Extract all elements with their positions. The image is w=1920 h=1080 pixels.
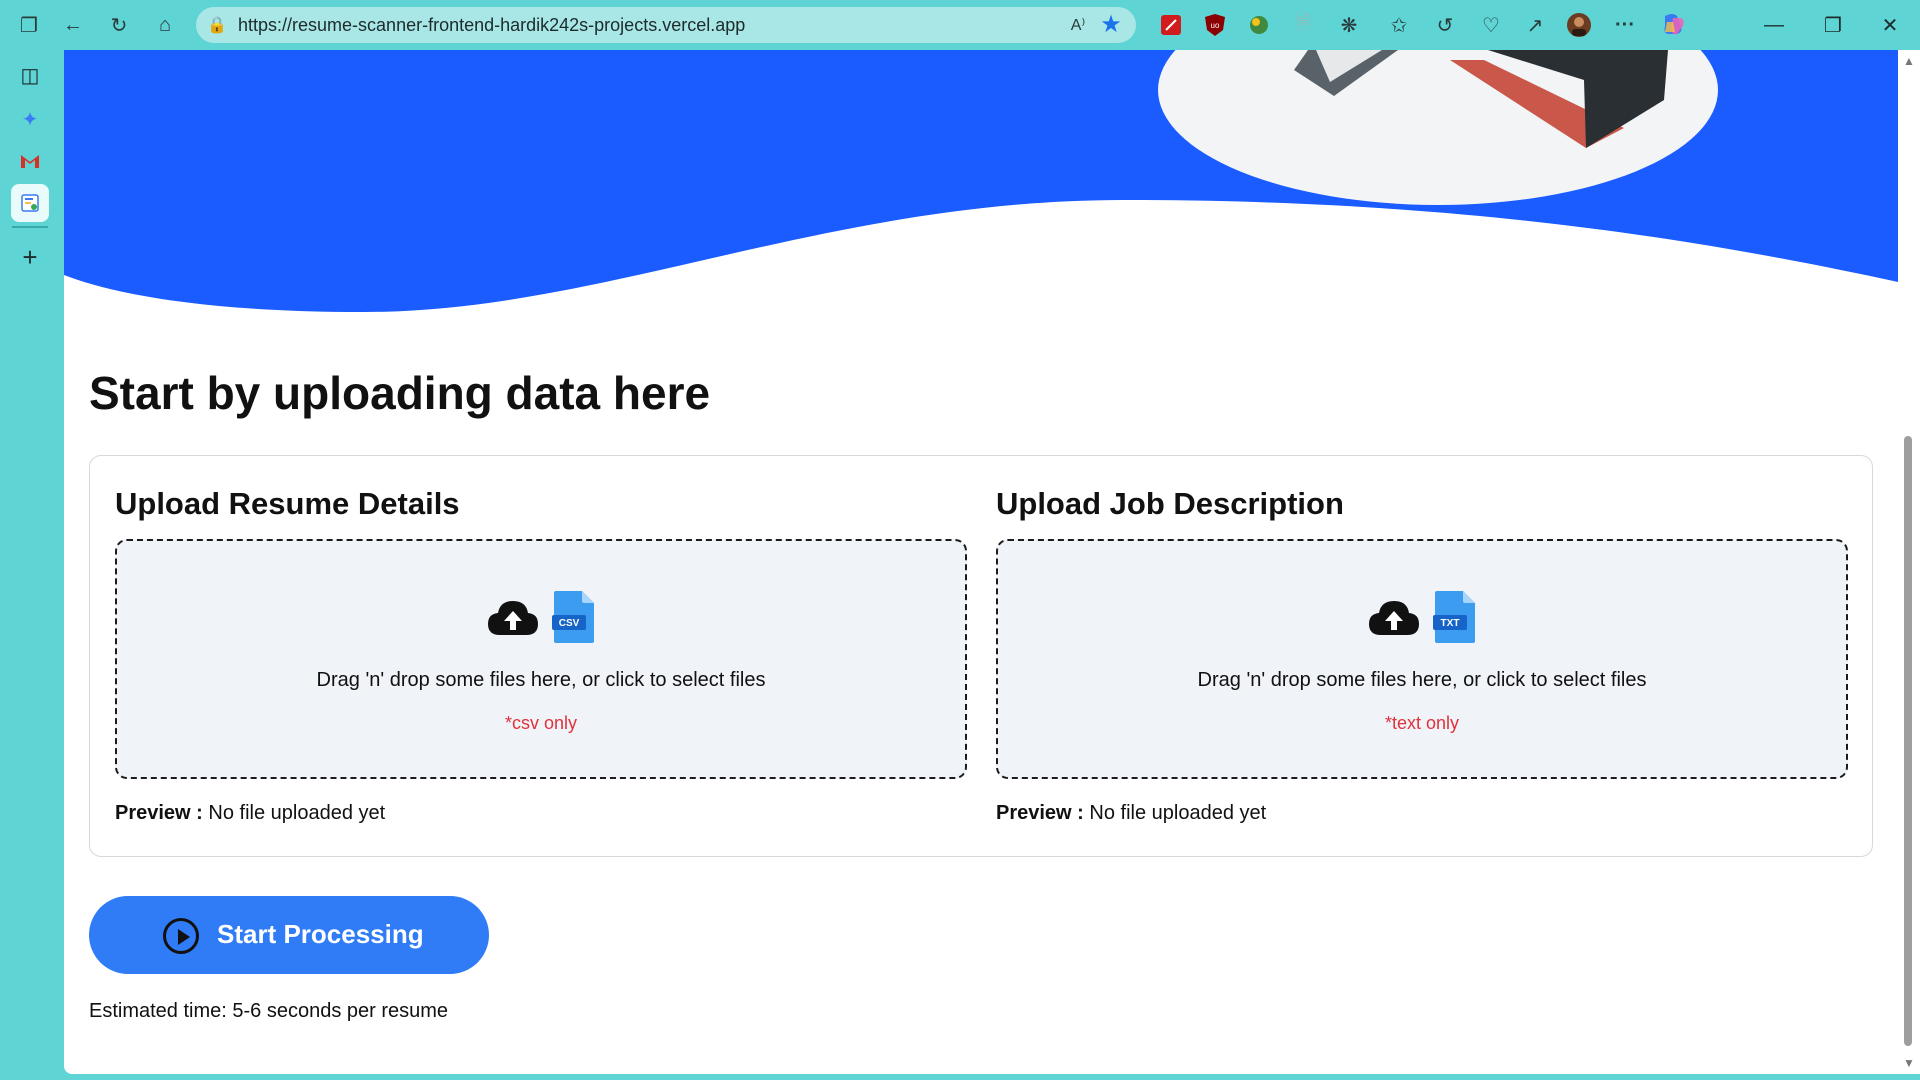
workspaces-icon[interactable]: ❐: [14, 10, 44, 40]
home-icon[interactable]: ⌂: [150, 10, 180, 40]
extensions-icon[interactable]: ❋: [1334, 10, 1364, 40]
page-viewport: Start by uploading data here Upload Resu…: [64, 50, 1898, 1074]
globe-extension-icon[interactable]: [1244, 10, 1274, 40]
document-extension-icon[interactable]: 🗎: [1288, 10, 1318, 40]
resume-dropzone[interactable]: CSV Drag 'n' drop some files here, or cl…: [115, 539, 967, 779]
refresh-icon[interactable]: ↻: [104, 10, 134, 40]
favorites-icon[interactable]: ✩: [1384, 10, 1414, 40]
resume-dropzone-icons: CSV: [117, 591, 965, 643]
csv-badge-text: CSV: [559, 618, 580, 629]
page-scrollbar[interactable]: ▲ ▼: [1898, 50, 1920, 1074]
resume-preview-value: No file uploaded yet: [208, 802, 386, 824]
rail-divider: [12, 226, 48, 228]
job-preview: Preview : No file uploaded yet: [996, 802, 1266, 825]
copilot-icon[interactable]: [1658, 10, 1688, 40]
share-icon[interactable]: ↗: [1520, 10, 1550, 40]
more-menu-icon[interactable]: ···: [1610, 10, 1640, 40]
job-preview-label: Preview :: [996, 802, 1084, 824]
browser-toolbar: ❐ ← ↻ ⌂ 🔒 https://resume-scanner-fronten…: [0, 0, 1920, 50]
minimize-button[interactable]: —: [1756, 8, 1792, 42]
favorite-star-icon[interactable]: ★: [1098, 11, 1124, 38]
resume-upload-section: Upload Resume Details CSV Drag 'n' drop …: [115, 456, 967, 856]
gmail-icon[interactable]: [11, 142, 49, 180]
resume-preview: Preview : No file uploaded yet: [115, 802, 385, 825]
health-icon[interactable]: ♡: [1476, 10, 1506, 40]
job-upload-section: Upload Job Description TXT Drag 'n' drop…: [996, 456, 1848, 856]
start-processing-label: Start Processing: [217, 919, 424, 949]
csv-file-icon: CSV: [552, 591, 594, 643]
cloud-upload-icon: [1369, 601, 1419, 635]
add-icon[interactable]: +: [11, 238, 49, 276]
scroll-down-arrow-icon[interactable]: ▼: [1903, 1056, 1915, 1070]
address-url[interactable]: https://resume-scanner-frontend-hardik24…: [238, 15, 745, 36]
svg-text:uo: uo: [1211, 21, 1220, 30]
upload-card: Upload Resume Details CSV Drag 'n' drop …: [89, 455, 1873, 857]
scroll-thumb[interactable]: [1904, 436, 1912, 1046]
txt-badge-text: TXT: [1441, 618, 1460, 629]
browser-sidebar: ◫ ✦ +: [0, 50, 62, 1080]
job-preview-value: No file uploaded yet: [1089, 802, 1267, 824]
restore-button[interactable]: ❐: [1815, 8, 1851, 42]
scroll-up-arrow-icon[interactable]: ▲: [1903, 54, 1915, 68]
page-title: Start by uploading data here: [89, 367, 711, 419]
job-dropzone[interactable]: TXT Drag 'n' drop some files here, or cl…: [996, 539, 1848, 779]
cloud-upload-icon: [488, 601, 538, 635]
resume-upload-title: Upload Resume Details: [115, 486, 460, 521]
back-icon[interactable]: ←: [58, 10, 88, 40]
profile-avatar[interactable]: [1564, 10, 1594, 40]
active-tab-icon[interactable]: [11, 184, 49, 222]
tab-actions-icon[interactable]: ◫: [11, 56, 49, 94]
txt-file-icon: TXT: [1433, 591, 1475, 643]
address-bar[interactable]: 🔒 https://resume-scanner-frontend-hardik…: [196, 7, 1136, 43]
estimated-time-text: Estimated time: 5-6 seconds per resume: [89, 1000, 449, 1022]
resume-file-type-note: *csv only: [504, 713, 578, 733]
start-processing-button[interactable]: Start Processing: [89, 896, 489, 974]
hero-banner: [64, 50, 1898, 312]
job-upload-title: Upload Job Description: [996, 486, 1344, 521]
resume-dropzone-text: Drag 'n' drop some files here, or click …: [316, 669, 766, 691]
resume-preview-label: Preview :: [115, 802, 203, 824]
lock-icon[interactable]: 🔒: [206, 14, 228, 36]
job-dropzone-text: Drag 'n' drop some files here, or click …: [1197, 669, 1647, 691]
pdf-extension-icon[interactable]: [1156, 10, 1186, 40]
copilot-sparkle-icon[interactable]: ✦: [11, 100, 49, 138]
close-button[interactable]: ✕: [1872, 8, 1908, 42]
ublock-icon[interactable]: uo: [1200, 10, 1230, 40]
job-file-type-note: *text only: [1384, 713, 1460, 733]
history-icon[interactable]: ↺: [1430, 10, 1460, 40]
read-aloud-icon[interactable]: A⁾: [1066, 13, 1090, 37]
job-dropzone-icons: TXT: [998, 591, 1846, 643]
play-icon: [163, 918, 199, 954]
